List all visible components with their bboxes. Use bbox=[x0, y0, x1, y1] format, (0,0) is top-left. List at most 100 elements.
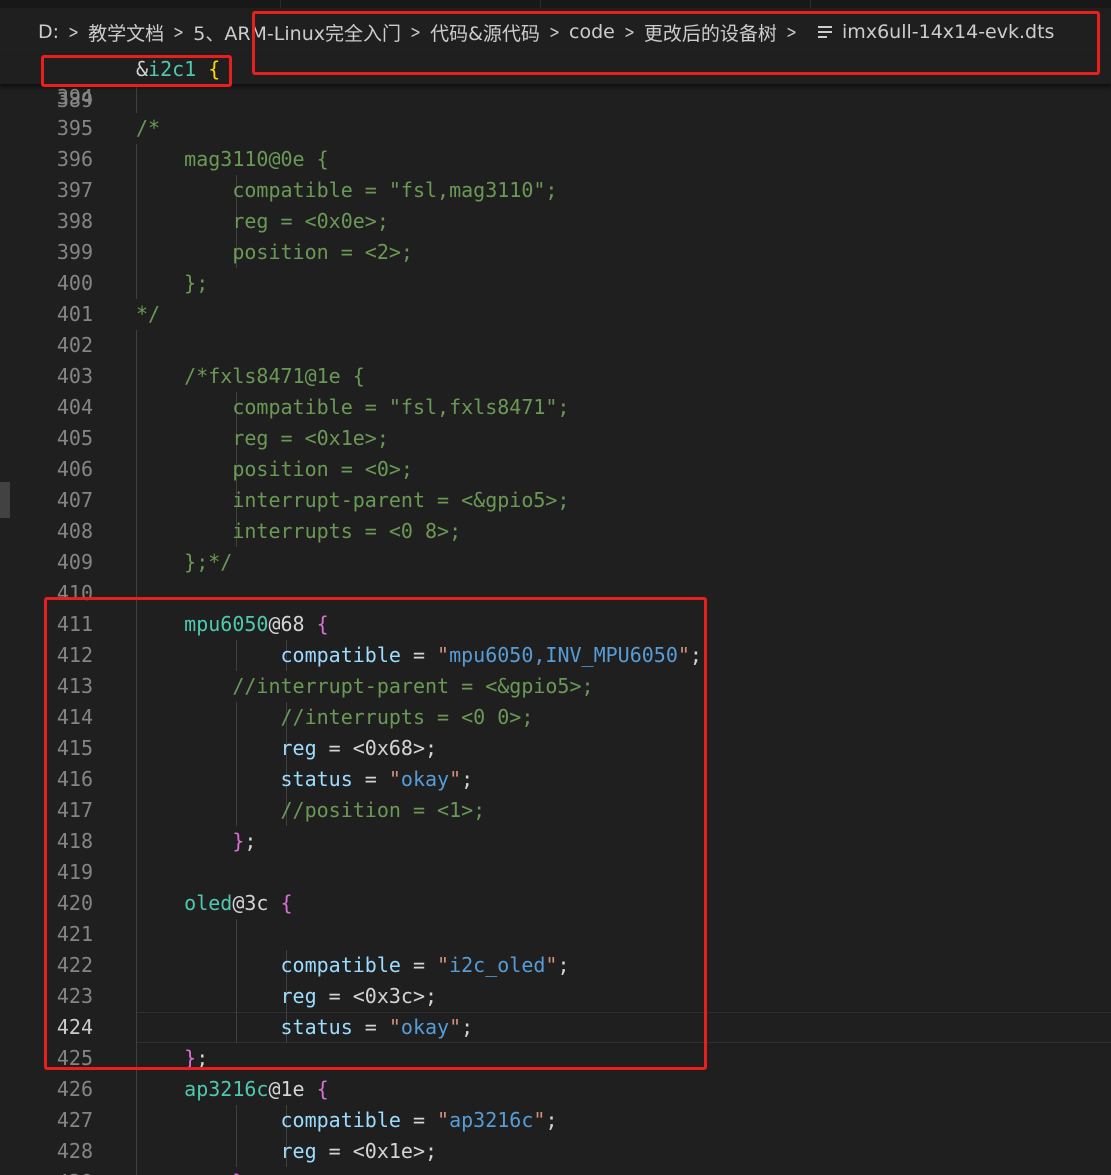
code-line[interactable]: 426 ap3216c@1e { bbox=[0, 1074, 1111, 1105]
code-editor[interactable]: 394 395/* 396 mag3110@0e {397 compatible =… bbox=[0, 84, 1111, 1175]
code-token: okay bbox=[400, 767, 450, 791]
code-line[interactable]: 412 compatible = "mpu6050,INV_MPU6050"; bbox=[0, 640, 1111, 671]
code-token: interrupt-parent = <&gpio5>; bbox=[136, 488, 570, 512]
line-number: 421 bbox=[56, 922, 93, 946]
code-line[interactable]: 411 mpu6050@68 { bbox=[0, 609, 1111, 640]
tab-partial[interactable] bbox=[0, 0, 281, 8]
code-token: { bbox=[316, 612, 329, 636]
code-token: mpu6050,INV_MPU6050 bbox=[449, 643, 678, 667]
code-token: = bbox=[400, 1108, 438, 1132]
code-token: /*fxls8471@1e { bbox=[136, 364, 365, 388]
code-token: @68 bbox=[268, 612, 317, 636]
line-number: 424 bbox=[56, 1015, 93, 1039]
code-line[interactable]: 410 bbox=[0, 578, 1111, 609]
code-line[interactable]: 409 };*/ bbox=[0, 547, 1111, 578]
code-text: compatible = "ap3216c"; bbox=[136, 1105, 558, 1136]
code-token: " bbox=[437, 953, 450, 977]
code-line[interactable]: 416 status = "okay"; bbox=[0, 764, 1111, 795]
code-line[interactable]: 396 mag3110@0e { bbox=[0, 144, 1111, 175]
code-line[interactable]: 407 interrupt-parent = <&gpio5>; bbox=[0, 485, 1111, 516]
code-line[interactable]: 423 reg = <0x3c>; bbox=[0, 981, 1111, 1012]
code-line[interactable]: 424 status = "okay"; bbox=[0, 1012, 1111, 1043]
code-line[interactable]: 418 }; bbox=[0, 826, 1111, 857]
code-line[interactable]: 401 */ bbox=[0, 299, 1111, 330]
code-line[interactable]: 421 bbox=[0, 919, 1111, 950]
code-line[interactable]: 428 reg = <0x1e>; bbox=[0, 1136, 1111, 1167]
code-line[interactable]: 420 oled@3c { bbox=[0, 888, 1111, 919]
code-text: position = <0>; bbox=[136, 454, 413, 485]
sticky-scroll-line[interactable]: 389 &i2c1 { bbox=[0, 56, 1111, 112]
chevron-right-icon: > bbox=[549, 21, 560, 43]
code-line[interactable]: 422 compatible = "i2c_oled"; bbox=[0, 950, 1111, 981]
breadcrumb-drive[interactable]: D: bbox=[38, 21, 59, 43]
code-line[interactable]: 398 reg = <0x0e>; bbox=[0, 206, 1111, 237]
code-line[interactable]: 397 compatible = "fsl,mag3110"; bbox=[0, 175, 1111, 206]
code-line[interactable]: 408 interrupts = <0 8>; bbox=[0, 516, 1111, 547]
code-line[interactable]: 429 }; bbox=[0, 1167, 1111, 1175]
code-token: ; bbox=[557, 953, 570, 977]
code-line[interactable]: 400 }; bbox=[0, 268, 1111, 299]
line-number: 414 bbox=[56, 705, 93, 729]
code-token: mag3110@0e { bbox=[136, 147, 329, 171]
code-line[interactable]: 419 bbox=[0, 857, 1111, 888]
breadcrumb-folder[interactable]: 教学文档 bbox=[88, 19, 164, 46]
code-line[interactable]: 403 /*fxls8471@1e { bbox=[0, 361, 1111, 392]
code-line[interactable]: 394 bbox=[0, 84, 1111, 113]
breadcrumb-folder[interactable]: 代码&源代码 bbox=[430, 19, 540, 46]
symbol-file-icon bbox=[818, 23, 833, 41]
code-token: compatible bbox=[280, 953, 401, 977]
code-token: i2c_oled bbox=[449, 953, 546, 977]
breadcrumb-file[interactable]: imx6ull-14x14-evk.dts bbox=[842, 21, 1054, 43]
code-text: }; bbox=[136, 826, 256, 857]
code-text: compatible = "mpu6050,INV_MPU6050"; bbox=[136, 640, 702, 671]
line-number: 420 bbox=[56, 891, 93, 915]
breadcrumb-folder[interactable]: 5、ARM-Linux完全入门 bbox=[193, 19, 401, 46]
tab-partial[interactable] bbox=[280, 0, 541, 8]
code-token: /* bbox=[136, 116, 161, 140]
code-line[interactable]: 402 bbox=[0, 330, 1111, 361]
code-line[interactable]: 404 compatible = "fsl,fxls8471"; bbox=[0, 392, 1111, 423]
code-token: compatible = "fsl,mag3110"; bbox=[136, 178, 558, 202]
code-line[interactable]: 413 //interrupt-parent = <&gpio5>; bbox=[0, 671, 1111, 702]
code-line[interactable]: 425 }; bbox=[0, 1043, 1111, 1074]
code-text: /* bbox=[136, 113, 160, 144]
code-text: mag3110@0e { bbox=[136, 144, 329, 175]
code-text: status = "okay"; bbox=[136, 1012, 474, 1043]
chevron-right-icon: > bbox=[68, 21, 79, 43]
chevron-right-icon: > bbox=[173, 21, 184, 43]
code-token: & bbox=[136, 57, 149, 81]
code-token: ; bbox=[244, 829, 257, 853]
scroll-marker bbox=[0, 482, 10, 518]
code-line[interactable]: 414 //interrupts = <0 0>; bbox=[0, 702, 1111, 733]
code-text: status = "okay"; bbox=[136, 764, 474, 795]
breadcrumb-folder[interactable]: 更改后的设备树 bbox=[644, 19, 777, 46]
indent-guide bbox=[136, 919, 137, 950]
code-text: /*fxls8471@1e { bbox=[136, 361, 365, 392]
code-line[interactable]: 399 position = <2>; bbox=[0, 237, 1111, 268]
code-line[interactable]: 406 position = <0>; bbox=[0, 454, 1111, 485]
code-text: //position = <1>; bbox=[136, 795, 485, 826]
code-token: }; bbox=[136, 271, 209, 295]
tab-partial[interactable] bbox=[540, 0, 811, 8]
code-line[interactable]: 415 reg = <0x68>; bbox=[0, 733, 1111, 764]
code-text: };*/ bbox=[136, 547, 232, 578]
code-token: position = <2>; bbox=[136, 240, 413, 264]
breadcrumb-folder[interactable]: code bbox=[569, 21, 615, 43]
breadcrumb: D: > 教学文档 > 5、ARM-Linux完全入门 > 代码&源代码 > c… bbox=[0, 8, 1111, 56]
line-number: 402 bbox=[56, 333, 93, 357]
code-text: mpu6050@68 { bbox=[136, 609, 329, 640]
code-line[interactable]: 417 //position = <1>; bbox=[0, 795, 1111, 826]
code-line[interactable]: 427 compatible = "ap3216c"; bbox=[0, 1105, 1111, 1136]
code-token: ; bbox=[689, 643, 702, 667]
code-line[interactable]: 405 reg = <0x1e>; bbox=[0, 423, 1111, 454]
line-number: 403 bbox=[56, 364, 93, 388]
code-line[interactable]: 395/* bbox=[0, 113, 1111, 144]
